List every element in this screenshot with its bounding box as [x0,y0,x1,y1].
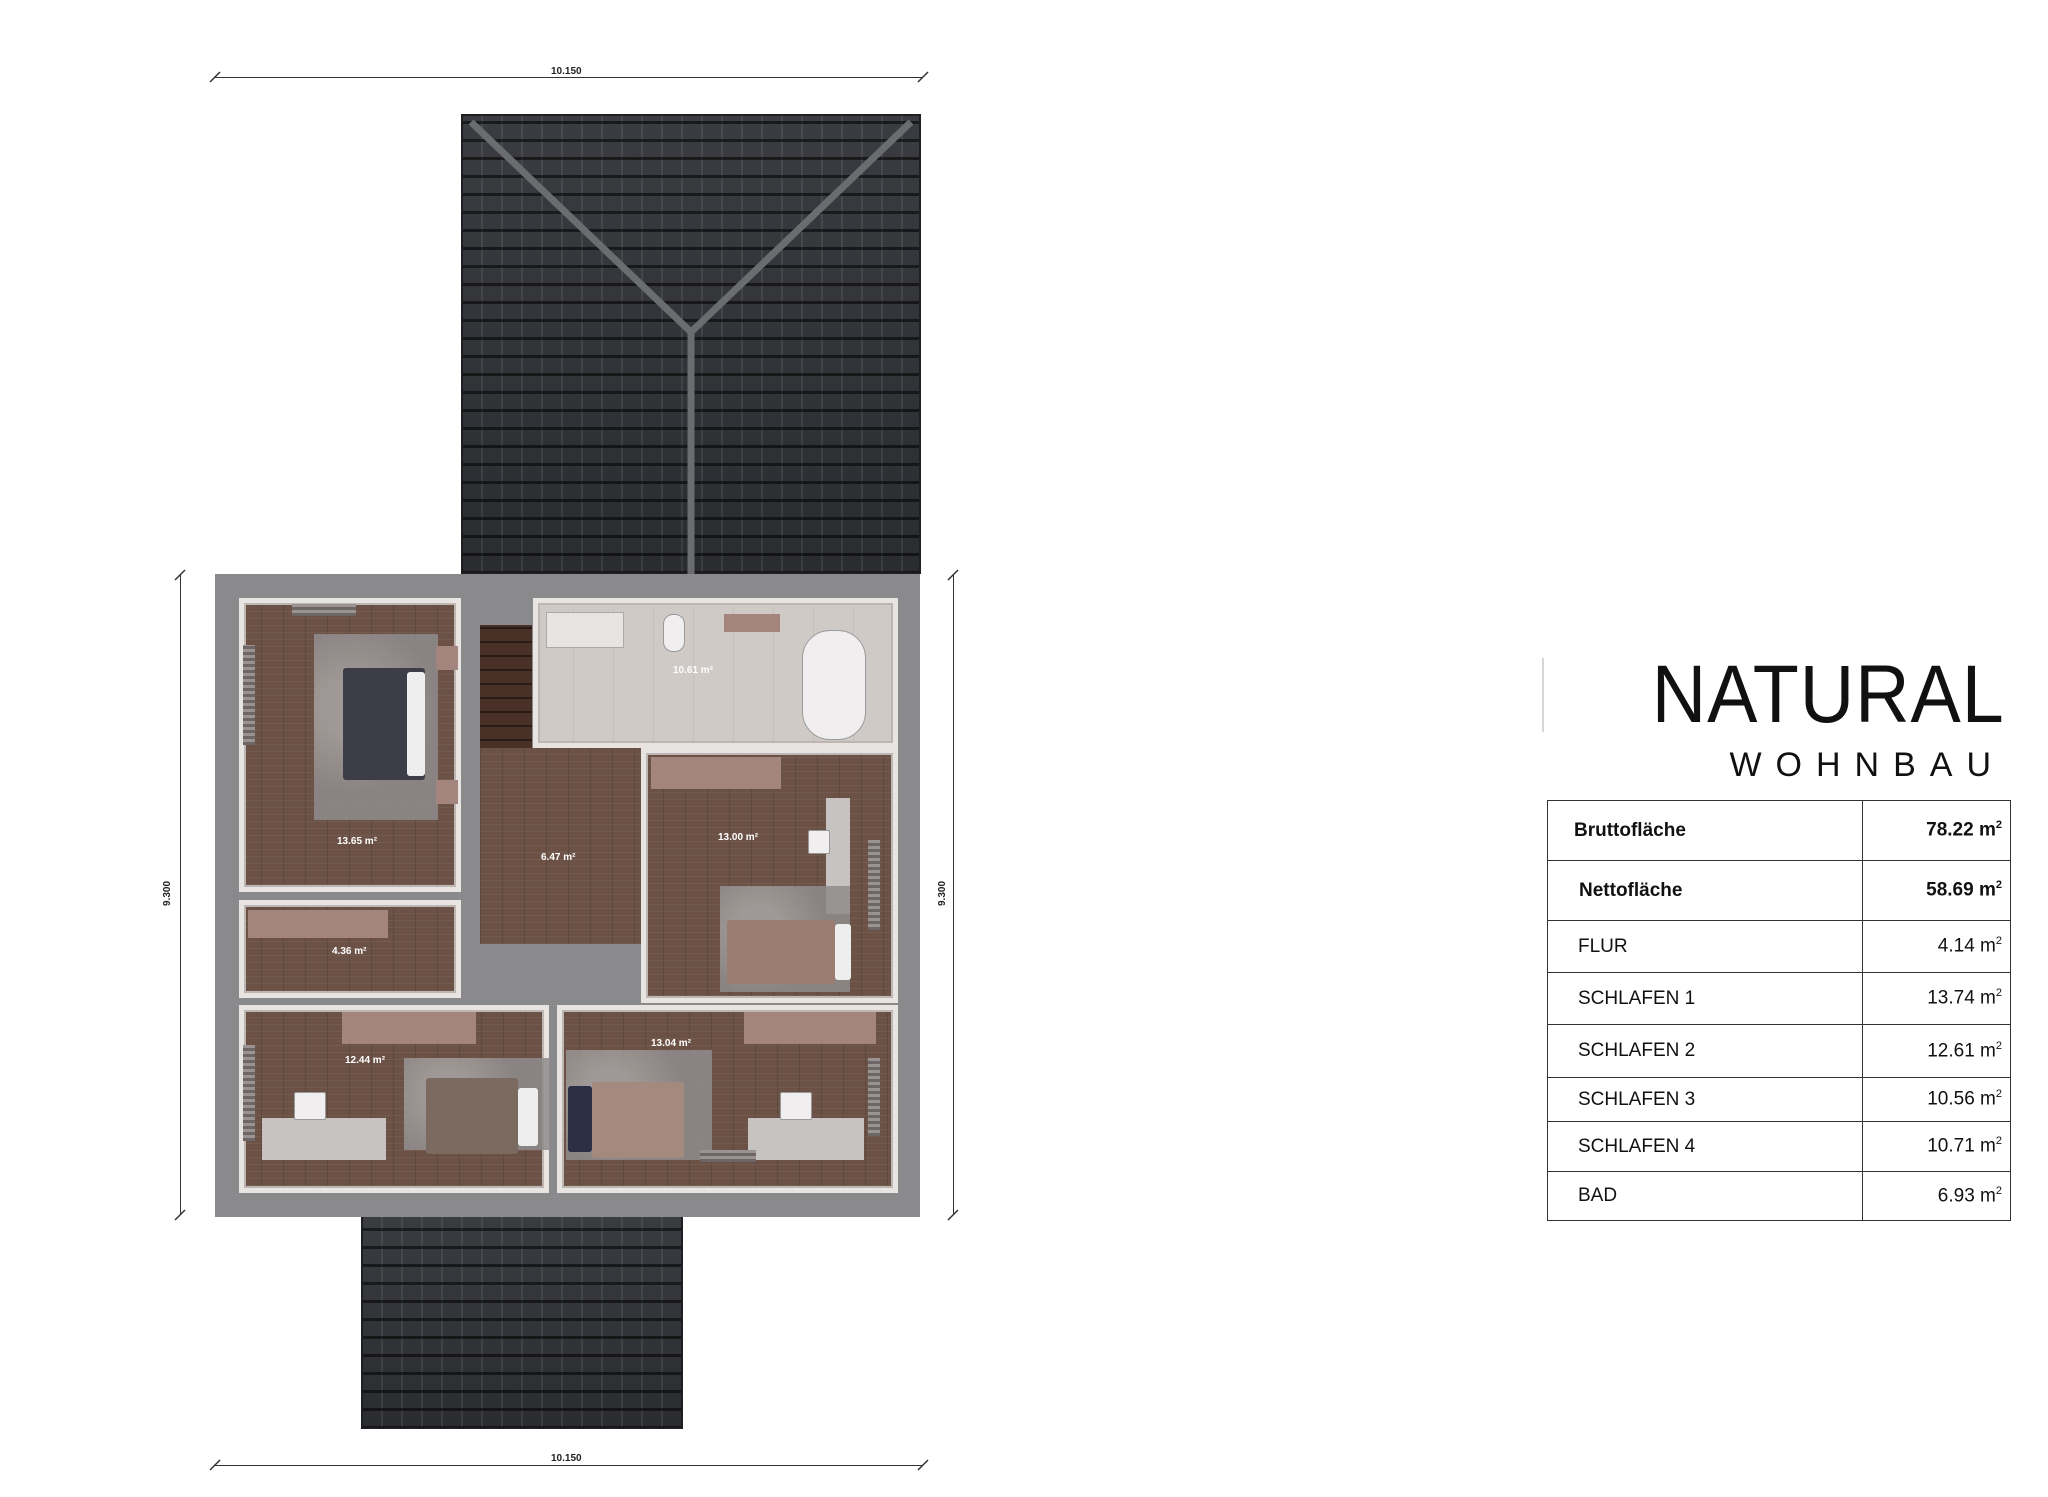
chair [808,830,830,854]
nightstand [436,646,458,670]
table-row: SCHLAFEN 1 13.74 m2 [1547,972,2011,1025]
curtain [700,1150,756,1162]
chair [294,1092,326,1120]
bed [592,1082,684,1158]
tick-mark [917,71,929,83]
area-value: 10.56 m2 [1862,1077,2011,1122]
area-name: Nettofläche [1547,860,1863,921]
curtain [868,840,880,930]
curtain [243,645,255,745]
room-area-label: 12.44 m² [345,1055,386,1066]
area-value: 4.14 m2 [1862,920,2011,973]
room-area-label: 10.61 m² [673,665,714,676]
wardrobe [651,757,781,789]
bed [727,920,835,984]
tick-mark [947,569,959,581]
bed [426,1078,518,1154]
tick-mark [947,1209,959,1221]
bed-cover [568,1086,592,1152]
tick-mark [917,1459,929,1471]
room-area-label: 4.36 m² [332,946,367,957]
curtain [243,1045,255,1141]
brand-subtitle: WOHNBAU [1729,746,2005,784]
hallway [480,748,642,944]
washbasin [546,612,624,648]
area-value: 10.71 m2 [1862,1121,2011,1172]
wardrobe [744,1012,876,1044]
dimension-bottom-label: 10.150 [551,1453,582,1464]
curtain [868,1058,880,1136]
tick-mark [209,71,221,83]
roof-bottom [361,1215,683,1429]
table-row: SCHLAFEN 3 10.56 m2 [1547,1077,2011,1122]
area-name: Bruttofläche [1547,800,1863,861]
roof-top [461,114,921,574]
dimension-left-label: 9.300 [162,880,174,907]
room-area-label: 13.65 m² [337,836,378,847]
pillow [518,1088,538,1146]
curtain [292,604,356,616]
area-value: 78.22 m2 [1862,800,2011,861]
desk [262,1118,386,1160]
tick-mark [209,1459,221,1471]
bathtub [802,630,866,740]
brand-title: NATURAL [1652,649,2005,740]
room-area-label: 13.04 m² [651,1038,692,1049]
nightstand [436,780,458,804]
pillow [835,924,851,980]
pillow [407,672,425,776]
desk [748,1118,864,1160]
area-value: 13.74 m2 [1862,972,2011,1025]
tick-mark [174,569,186,581]
area-name: BAD [1547,1171,1863,1221]
tick-mark [174,1209,186,1221]
area-name: SCHLAFEN 4 [1547,1121,1863,1172]
chair [780,1092,812,1120]
storage-shelf [248,910,388,938]
room-area-label: 6.47 m² [541,852,576,863]
table-row: SCHLAFEN 4 10.71 m2 [1547,1121,2011,1172]
area-name: FLUR [1547,920,1863,973]
area-value: 12.61 m2 [1862,1024,2011,1078]
table-row: BAD 6.93 m2 [1547,1171,2011,1221]
bath-cabinet [724,614,780,632]
table-row: FLUR 4.14 m2 [1547,920,2011,973]
table-row: Nettofläche 58.69 m2 [1547,860,2011,921]
toilet [663,614,685,652]
roof-ridge-lines [468,119,914,574]
area-value: 58.69 m2 [1862,860,2011,921]
area-name: SCHLAFEN 3 [1547,1077,1863,1122]
table-row: Bruttofläche 78.22 m2 [1547,800,2011,861]
area-value: 6.93 m2 [1862,1171,2011,1221]
room-area-label: 13.00 m² [718,832,759,843]
area-table: Bruttofläche 78.22 m2 Nettofläche 58.69 … [1547,800,2011,1221]
dimension-top-label: 10.150 [551,66,582,77]
dimension-right-label: 9.300 [937,880,949,907]
wardrobe [342,1012,476,1044]
area-name: SCHLAFEN 1 [1547,972,1863,1025]
table-row: SCHLAFEN 2 12.61 m2 [1547,1024,2011,1078]
brand-divider [1542,658,1544,732]
area-name: SCHLAFEN 2 [1547,1024,1863,1078]
